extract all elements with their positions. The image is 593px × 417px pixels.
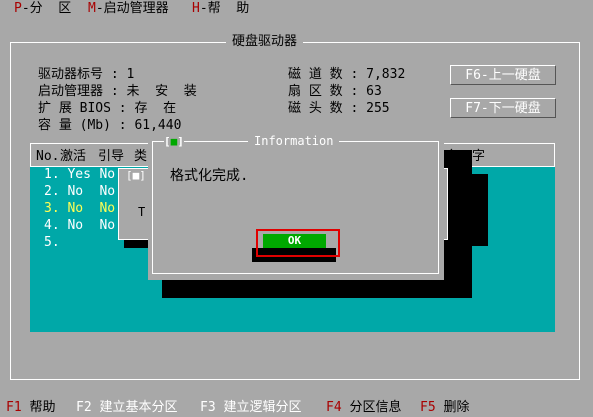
status-key: F5 bbox=[420, 400, 436, 415]
row-active: Yes bbox=[67, 167, 91, 182]
field-label: 启动管理器 : bbox=[38, 84, 119, 99]
col-active: 激活 bbox=[60, 149, 87, 164]
field-label: 磁 道 数 : bbox=[288, 67, 359, 82]
field-value: 63 bbox=[366, 84, 382, 99]
menu-label: -帮 助 bbox=[199, 1, 250, 16]
table-row[interactable]: 4. No No bbox=[44, 217, 115, 234]
row-boot: No bbox=[99, 167, 116, 182]
col-no: No. bbox=[36, 149, 60, 164]
status-label: 分区信息 bbox=[341, 400, 402, 415]
status-label: 建立逻辑分区 bbox=[215, 400, 302, 415]
dialog-close-button[interactable]: [■] bbox=[164, 135, 184, 149]
status-f1-help[interactable]: F1 帮助 bbox=[6, 399, 55, 417]
row-active: No bbox=[67, 201, 84, 216]
field-value: 未 安 装 bbox=[126, 84, 197, 99]
table-row-selected[interactable]: 3. No No bbox=[44, 200, 115, 217]
field-capacity: 容 量 (Mb) : 61,440 bbox=[38, 117, 181, 135]
status-label: 删除 bbox=[435, 400, 470, 415]
field-boot-manager: 启动管理器 : 未 安 装 bbox=[38, 83, 197, 101]
status-f4-partition-info[interactable]: F4 分区信息 bbox=[326, 399, 401, 417]
menu-hotkey: M bbox=[88, 1, 96, 16]
row-active: No bbox=[67, 218, 84, 233]
status-key: F2 bbox=[76, 400, 92, 415]
row-active: No bbox=[67, 184, 84, 199]
row-no: 5. bbox=[44, 235, 60, 250]
field-label: 容 量 (Mb) : bbox=[38, 118, 127, 133]
dialog-shadow bbox=[448, 174, 488, 246]
menu-hotkey: H bbox=[192, 1, 200, 16]
status-key: F3 bbox=[200, 400, 216, 415]
field-value: 7,832 bbox=[366, 67, 406, 82]
field-label: 扩 展 BIOS : bbox=[38, 101, 127, 116]
col-name-2: 字 bbox=[472, 149, 486, 164]
field-extended-bios: 扩 展 BIOS : 存 在 bbox=[38, 100, 176, 118]
field-value: 61,440 bbox=[134, 118, 182, 133]
row-no: 4. bbox=[44, 218, 60, 233]
field-heads: 磁 头 数 : 255 bbox=[288, 100, 390, 118]
row-no: 2. bbox=[44, 184, 60, 199]
ok-button-focus-highlight bbox=[256, 229, 340, 257]
field-value: 1 bbox=[126, 67, 135, 82]
field-value: 255 bbox=[366, 101, 390, 116]
field-drive-number: 驱动器标号 : 1 bbox=[38, 66, 134, 84]
row-boot: No bbox=[99, 201, 116, 216]
status-f2-create-primary[interactable]: F2 建立基本分区 bbox=[76, 399, 177, 417]
table-row[interactable]: 1. Yes No bbox=[44, 166, 115, 183]
status-key: F4 bbox=[326, 400, 342, 415]
status-f3-create-logical[interactable]: F3 建立逻辑分区 bbox=[200, 399, 301, 417]
dialog-shadow bbox=[162, 280, 472, 298]
row-no: 3. bbox=[44, 201, 60, 216]
table-row[interactable]: 2. No No bbox=[44, 183, 115, 200]
field-label: 驱动器标号 : bbox=[38, 67, 119, 82]
menu-label: -启动管理器 bbox=[95, 1, 169, 16]
row-boot: No bbox=[99, 184, 116, 199]
table-row[interactable]: 5. bbox=[44, 234, 60, 251]
menu-hotkey: P bbox=[14, 1, 22, 16]
row-no: 1. bbox=[44, 167, 60, 182]
col-boot: 引导 bbox=[98, 149, 125, 164]
status-key: F1 bbox=[6, 400, 22, 415]
close-bracket: ] bbox=[177, 135, 184, 148]
field-label: 扇 区 数 : bbox=[288, 84, 359, 99]
field-sectors: 扇 区 数 : 63 bbox=[288, 83, 382, 101]
close-bracket: [ bbox=[164, 135, 171, 148]
menu-partition[interactable]: P-分 区 bbox=[14, 1, 71, 17]
next-disk-button[interactable]: F7-下一硬盘 bbox=[450, 98, 556, 118]
row-boot: No bbox=[99, 218, 116, 233]
dialog-title: Information bbox=[248, 133, 340, 149]
background-dialog-close: [■] bbox=[126, 169, 146, 182]
background-dialog-text: T bbox=[138, 205, 146, 219]
status-label: 建立基本分区 bbox=[91, 400, 178, 415]
prev-disk-button[interactable]: F6-上一硬盘 bbox=[450, 65, 556, 85]
field-value: 存 在 bbox=[134, 101, 177, 116]
menu-help[interactable]: H-帮 助 bbox=[192, 1, 249, 17]
col-type: 类 bbox=[134, 149, 148, 164]
menu-label: -分 区 bbox=[21, 1, 72, 16]
status-label: 帮助 bbox=[21, 400, 56, 415]
dialog-message: 格式化完成. bbox=[170, 168, 249, 184]
menu-boot-manager[interactable]: M-启动管理器 bbox=[88, 1, 169, 17]
field-label: 磁 头 数 : bbox=[288, 101, 359, 116]
frame-title: 硬盘驱动器 bbox=[226, 33, 304, 51]
field-cylinders: 磁 道 数 : 7,832 bbox=[288, 66, 405, 84]
status-f5-delete[interactable]: F5 删除 bbox=[420, 399, 469, 417]
